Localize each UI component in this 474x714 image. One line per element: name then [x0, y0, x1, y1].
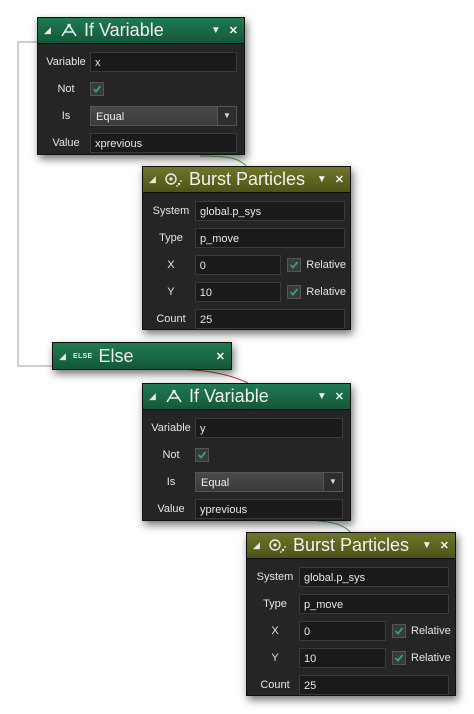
system-field[interactable]: global.p_sys — [195, 200, 345, 221]
y-relative-label: Relative — [411, 651, 451, 664]
x-label: X — [271, 624, 279, 637]
menu-dropdown-icon[interactable]: ▼ — [317, 391, 327, 402]
count-label: Count — [260, 678, 290, 691]
y-label: Y — [167, 285, 175, 298]
check-icon — [290, 260, 299, 269]
close-icon[interactable]: ✕ — [335, 390, 344, 403]
variable-field[interactable]: x — [90, 51, 237, 72]
collapse-triangle-icon[interactable]: ◢ — [149, 391, 157, 402]
not-label: Not — [162, 448, 180, 461]
else-header[interactable]: ◢ ELSE Else ✕ — [53, 343, 231, 369]
panel-title: If Variable — [84, 20, 164, 40]
if-variable-header[interactable]: ◢ If Variable ▼ ✕ — [143, 384, 350, 410]
branch-icon — [163, 388, 185, 406]
type-field[interactable]: p_move — [299, 593, 449, 614]
collapse-triangle-icon[interactable]: ◢ — [44, 25, 52, 36]
menu-dropdown-icon[interactable]: ▼ — [211, 25, 221, 36]
system-label: System — [152, 204, 190, 217]
collapse-triangle-icon[interactable]: ◢ — [59, 351, 67, 362]
burst-particles-header[interactable]: ◢ Burst Particles ▼ ✕ — [143, 167, 350, 193]
y-relative-checkbox[interactable] — [287, 284, 302, 299]
check-icon — [92, 84, 102, 93]
x-label: X — [167, 258, 175, 271]
value-field[interactable]: xprevious — [90, 132, 237, 153]
system-field[interactable]: global.p_sys — [299, 566, 449, 587]
is-label: Is — [61, 109, 71, 122]
value-field[interactable]: yprevious — [195, 498, 343, 519]
variable-label: Variable — [46, 55, 86, 68]
is-select[interactable]: Equal ▼ — [195, 471, 343, 492]
value-label: Value — [157, 502, 185, 515]
menu-dropdown-icon[interactable]: ▼ — [422, 540, 432, 551]
variable-label: Variable — [151, 421, 191, 434]
x-relative-checkbox[interactable] — [392, 623, 406, 638]
is-label: Is — [166, 475, 176, 488]
burst-particles-header[interactable]: ◢ Burst Particles ▼ ✕ — [247, 533, 455, 559]
panel-title: Burst Particles — [189, 169, 306, 189]
if-variable-panel-2[interactable]: ◢ If Variable ▼ ✕ Variable y Not Is Equa… — [142, 383, 351, 521]
if-variable-header[interactable]: ◢ If Variable ▼ ✕ — [38, 18, 244, 44]
burst-particles-panel-2[interactable]: ◢ Burst Particles ▼ ✕ System global.p_sy… — [246, 532, 456, 696]
x-relative-label: Relative — [411, 624, 451, 637]
type-field[interactable]: p_move — [195, 227, 345, 248]
collapse-triangle-icon[interactable]: ◢ — [253, 540, 261, 551]
check-icon — [197, 450, 207, 459]
check-icon — [394, 626, 404, 635]
panel-title: Burst Particles — [293, 535, 410, 555]
not-label: Not — [57, 82, 75, 95]
chevron-down-icon[interactable]: ▼ — [323, 472, 342, 491]
y-relative-label: Relative — [306, 285, 346, 298]
type-label: Type — [159, 231, 183, 244]
type-label: Type — [263, 597, 287, 610]
y-relative-checkbox[interactable] — [392, 650, 406, 665]
x-field[interactable]: 0 — [299, 620, 386, 641]
check-icon — [290, 287, 299, 296]
collapse-triangle-icon[interactable]: ◢ — [149, 174, 157, 185]
variable-field[interactable]: y — [195, 417, 343, 438]
not-checkbox[interactable] — [195, 447, 209, 462]
chevron-down-icon[interactable]: ▼ — [217, 106, 236, 125]
check-icon — [394, 653, 404, 662]
panel-title: If Variable — [189, 386, 269, 406]
not-checkbox[interactable] — [90, 81, 104, 96]
branch-icon — [58, 22, 80, 40]
y-field[interactable]: 10 — [299, 647, 386, 668]
count-field[interactable]: 25 — [299, 674, 449, 695]
panel-title: Else — [98, 345, 134, 366]
x-relative-checkbox[interactable] — [287, 257, 302, 272]
value-label: Value — [52, 136, 80, 149]
close-icon[interactable]: ✕ — [335, 173, 344, 186]
close-icon[interactable]: ✕ — [440, 539, 449, 552]
count-label: Count — [156, 312, 186, 325]
y-label: Y — [271, 651, 279, 664]
x-relative-label: Relative — [306, 258, 346, 271]
else-icon: ELSE — [73, 352, 93, 360]
if-variable-panel-1[interactable]: ◢ If Variable ▼ ✕ Variable x Not Is Equa… — [37, 17, 245, 155]
menu-dropdown-icon[interactable]: ▼ — [317, 174, 327, 185]
close-icon[interactable]: ✕ — [229, 24, 238, 37]
is-select-value: Equal — [201, 476, 230, 489]
else-panel[interactable]: ◢ ELSE Else ✕ — [52, 342, 232, 370]
particles-icon — [267, 537, 289, 555]
is-select-value: Equal — [96, 110, 125, 123]
particles-icon — [163, 171, 185, 189]
is-select[interactable]: Equal ▼ — [90, 105, 237, 126]
x-field[interactable]: 0 — [194, 254, 282, 275]
burst-particles-panel-1[interactable]: ◢ Burst Particles ▼ ✕ System global.p_sy… — [142, 166, 351, 330]
system-label: System — [256, 570, 294, 583]
count-field[interactable]: 25 — [195, 308, 345, 329]
y-field[interactable]: 10 — [194, 281, 282, 302]
close-icon[interactable]: ✕ — [216, 350, 225, 363]
